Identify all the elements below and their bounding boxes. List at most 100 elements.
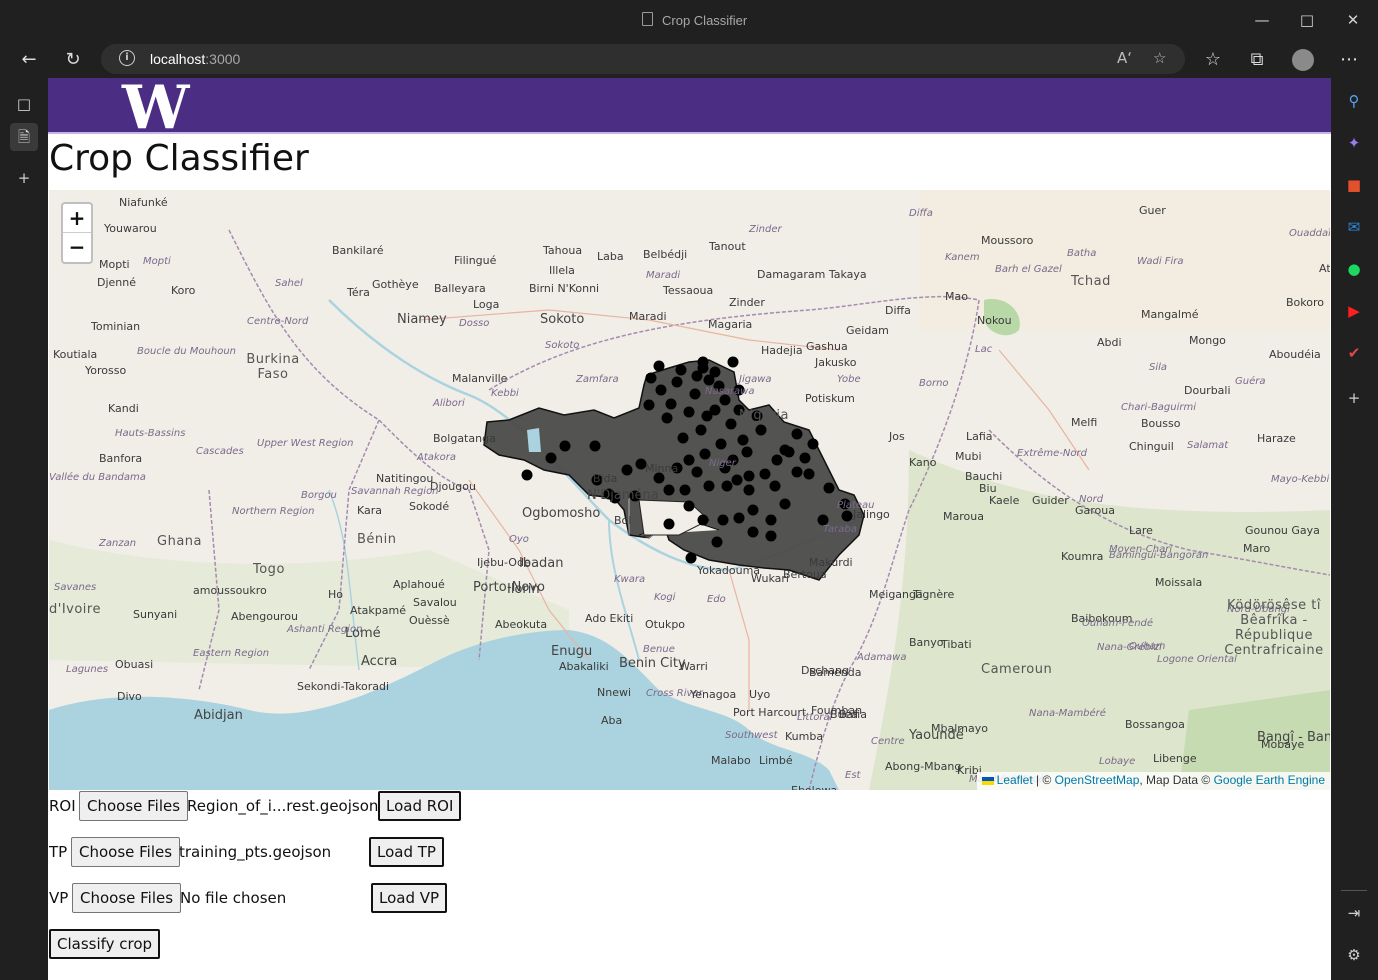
favorites-icon[interactable]: ☆ [1200, 47, 1226, 73]
training-point-marker[interactable] [769, 480, 781, 492]
todo-icon[interactable]: ✔ [1343, 342, 1365, 364]
hide-sidebar-icon[interactable]: ⇥ [1343, 902, 1365, 924]
training-point-marker[interactable] [765, 530, 777, 542]
training-point-marker[interactable] [721, 480, 733, 492]
training-point-marker[interactable] [683, 500, 695, 512]
training-point-marker[interactable] [689, 388, 701, 400]
copilot-icon[interactable]: ✦ [1343, 132, 1365, 154]
map-place-label: Zamfara [576, 374, 619, 385]
youtube-icon[interactable]: ▶ [1343, 300, 1365, 322]
training-point-marker[interactable] [621, 464, 633, 476]
training-point-marker[interactable] [697, 356, 709, 368]
training-point-marker[interactable] [703, 480, 715, 492]
training-point-marker[interactable] [715, 438, 727, 450]
load-vp-button[interactable]: Load VP [371, 883, 448, 913]
training-point-marker[interactable] [741, 446, 753, 458]
office-icon[interactable]: ■ [1343, 174, 1365, 196]
training-point-marker[interactable] [691, 466, 703, 478]
training-point-marker[interactable] [737, 434, 749, 446]
zoom-in-button[interactable]: + [63, 204, 91, 233]
refresh-icon[interactable]: ↻ [60, 47, 86, 73]
training-point-marker[interactable] [783, 446, 795, 458]
tab-crop-classifier-icon[interactable]: 🗎 [10, 123, 38, 151]
add-sidebar-app-icon[interactable]: + [1343, 387, 1365, 409]
training-point-marker[interactable] [521, 469, 533, 481]
profile-avatar-icon[interactable] [1290, 47, 1316, 73]
training-point-marker[interactable] [771, 454, 783, 466]
add-favorite-icon[interactable]: ☆ [1153, 49, 1166, 67]
training-point-marker[interactable] [677, 432, 689, 444]
training-point-marker[interactable] [655, 384, 667, 396]
training-point-marker[interactable] [675, 364, 687, 376]
training-point-marker[interactable] [823, 482, 835, 494]
training-point-marker[interactable] [759, 468, 771, 480]
site-info-icon[interactable]: i [119, 50, 135, 66]
address-bar[interactable]: i localhost:3000 A‏‘ ☆ [101, 44, 1185, 74]
training-point-marker[interactable] [643, 399, 655, 411]
roi-choose-files-button[interactable]: Choose Files [79, 791, 189, 821]
training-point-marker[interactable] [645, 372, 657, 384]
load-tp-button[interactable]: Load TP [369, 837, 444, 867]
search-icon[interactable]: ⚲ [1343, 90, 1365, 112]
training-point-marker[interactable] [791, 466, 803, 478]
training-point-marker[interactable] [765, 514, 777, 526]
training-point-marker[interactable] [841, 510, 853, 522]
training-point-marker[interactable] [779, 498, 791, 510]
training-point-marker[interactable] [685, 552, 697, 564]
training-point-marker[interactable] [661, 412, 673, 424]
training-point-marker[interactable] [683, 454, 695, 466]
training-point-marker[interactable] [697, 514, 709, 526]
training-point-marker[interactable] [709, 404, 721, 416]
training-point-marker[interactable] [747, 504, 759, 516]
training-point-marker[interactable] [653, 360, 665, 372]
training-point-marker[interactable] [743, 470, 755, 482]
settings-gear-icon[interactable]: ⚙ [1343, 944, 1365, 966]
minimize-icon[interactable]: — [1252, 10, 1272, 30]
training-point-marker[interactable] [559, 440, 571, 452]
uw-logo[interactable]: W [122, 78, 189, 138]
training-point-marker[interactable] [663, 518, 675, 530]
training-point-marker[interactable] [755, 424, 767, 436]
leaflet-link[interactable]: Leaflet [997, 773, 1033, 787]
training-point-marker[interactable] [747, 526, 759, 538]
read-aloud-icon[interactable]: A‏‘ [1117, 49, 1132, 67]
classify-crop-button[interactable]: Classify crop [49, 929, 161, 959]
training-point-marker[interactable] [589, 440, 601, 452]
close-icon[interactable]: ✕ [1343, 10, 1363, 30]
more-options-icon[interactable]: ⋯ [1336, 47, 1362, 73]
tp-choose-files-button[interactable]: Choose Files [71, 837, 181, 867]
spotify-icon[interactable]: ● [1343, 258, 1365, 280]
training-point-marker[interactable] [709, 366, 721, 378]
vp-choose-files-button[interactable]: Choose Files [72, 883, 182, 913]
maximize-icon[interactable]: □ [1297, 10, 1317, 30]
load-roi-button[interactable]: Load ROI [378, 791, 462, 821]
training-point-marker[interactable] [663, 484, 675, 496]
training-point-marker[interactable] [731, 474, 743, 486]
training-point-marker[interactable] [803, 468, 815, 480]
tab-actions-icon[interactable]: □ [10, 90, 38, 118]
gee-link[interactable]: Google Earth Engine [1214, 773, 1325, 787]
leaflet-map[interactable]: Niafunké Youwarou Mopti Mopti Djenné Koro Tomi… [49, 190, 1330, 790]
training-point-marker[interactable] [695, 424, 707, 436]
training-point-marker[interactable] [679, 484, 691, 496]
training-point-marker[interactable] [733, 512, 745, 524]
outlook-icon[interactable]: ✉ [1343, 216, 1365, 238]
training-point-marker[interactable] [799, 452, 811, 464]
training-point-marker[interactable] [665, 398, 677, 410]
new-tab-icon[interactable]: + [10, 164, 38, 192]
training-point-marker[interactable] [691, 370, 703, 382]
training-point-marker[interactable] [725, 418, 737, 430]
training-point-marker[interactable] [727, 356, 739, 368]
training-point-marker[interactable] [683, 406, 695, 418]
collections-icon[interactable]: ⧉ [1244, 47, 1270, 73]
training-point-marker[interactable] [791, 428, 803, 440]
training-point-marker[interactable] [711, 536, 723, 548]
training-point-marker[interactable] [671, 376, 683, 388]
training-point-marker[interactable] [717, 514, 729, 526]
back-icon[interactable]: ← [16, 47, 42, 73]
zoom-out-button[interactable]: − [63, 233, 91, 262]
training-point-marker[interactable] [743, 484, 755, 496]
osm-link[interactable]: OpenStreetMap [1055, 773, 1140, 787]
training-point-marker[interactable] [807, 438, 819, 450]
training-point-marker[interactable] [545, 452, 557, 464]
